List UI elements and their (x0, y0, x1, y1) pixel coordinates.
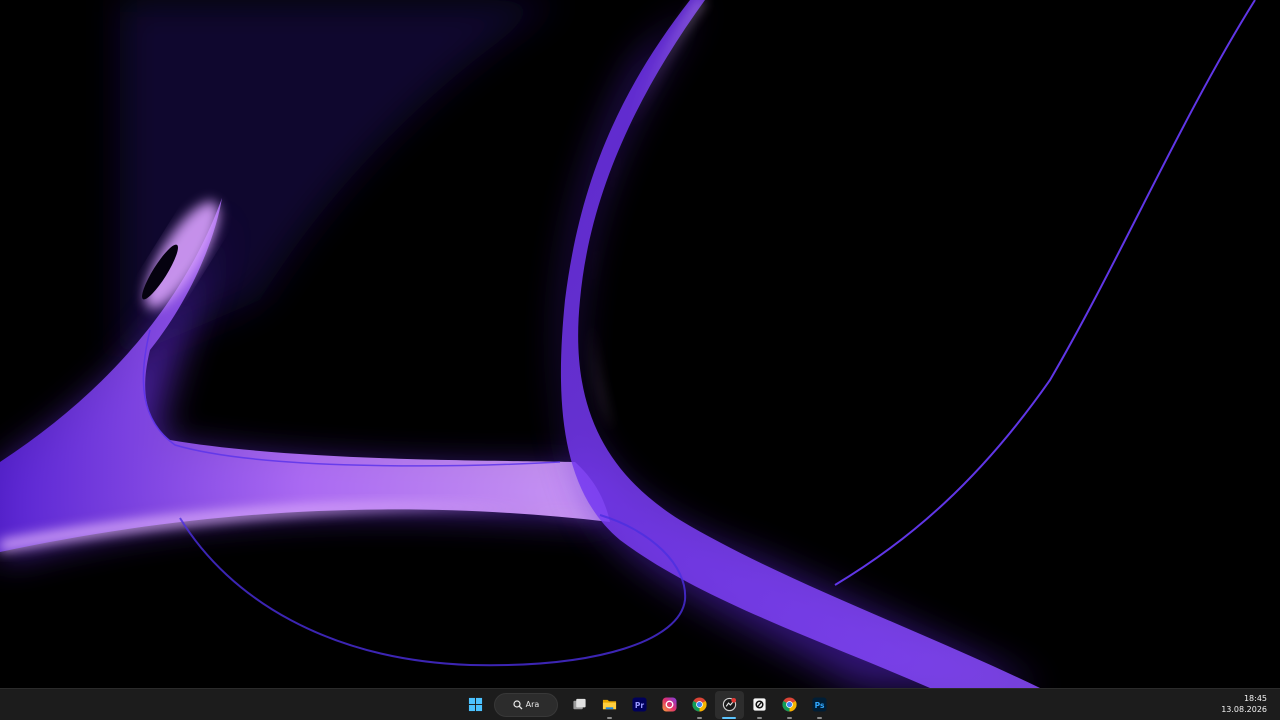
photoshop-text: Ps (814, 701, 824, 710)
desktop[interactable] (0, 0, 1280, 688)
folder-icon (602, 699, 616, 710)
taskbar-apps: Ara Pr Ps (460, 689, 834, 720)
file-explorer-button[interactable] (595, 691, 624, 719)
task-view-icon (572, 698, 586, 710)
ribbon-thin-arc-right (834, 0, 1256, 586)
running-indicator (696, 716, 702, 719)
notes-app-button[interactable] (745, 691, 774, 719)
running-indicator (606, 716, 612, 719)
search-label: Ara (525, 700, 540, 709)
photoshop-button[interactable]: Ps (805, 691, 834, 719)
windows-logo-icon (468, 697, 482, 712)
chrome-icon (781, 697, 797, 712)
clock-date: 13.08.2026 (1221, 705, 1267, 714)
search-icon (513, 699, 523, 709)
ribbon-thin-arc-bottom (179, 514, 687, 667)
active-app-button[interactable] (714, 690, 744, 719)
premiere-pro-text: Pr (634, 701, 643, 710)
chrome-icon (691, 697, 707, 712)
notes-app-icon (752, 698, 766, 711)
start-button[interactable] (461, 691, 490, 719)
taskbar: Ara Pr Ps 18:45 13.08.2026 (0, 688, 1280, 720)
app-button[interactable] (655, 691, 684, 719)
photoshop-icon: Ps (811, 697, 827, 712)
premiere-pro-icon: Pr (631, 697, 647, 712)
premiere-pro-button[interactable]: Pr (625, 691, 654, 719)
running-indicator (756, 716, 762, 719)
active-indicator (722, 716, 736, 719)
task-view-button[interactable] (565, 691, 594, 719)
running-indicator (816, 716, 822, 719)
clock-time: 18:45 (1243, 694, 1267, 703)
ribbon-center (560, 0, 1040, 688)
search-box[interactable]: Ara (494, 692, 558, 717)
chrome-profile-button[interactable] (775, 691, 804, 719)
running-indicator (786, 716, 792, 719)
ribbon-lower-left (0, 198, 610, 552)
chrome-button[interactable] (685, 691, 714, 719)
wallpaper (0, 0, 1256, 688)
system-clock[interactable]: 18:45 13.08.2026 (1221, 693, 1267, 715)
active-app-icon (722, 697, 736, 712)
app-icon (661, 697, 677, 712)
